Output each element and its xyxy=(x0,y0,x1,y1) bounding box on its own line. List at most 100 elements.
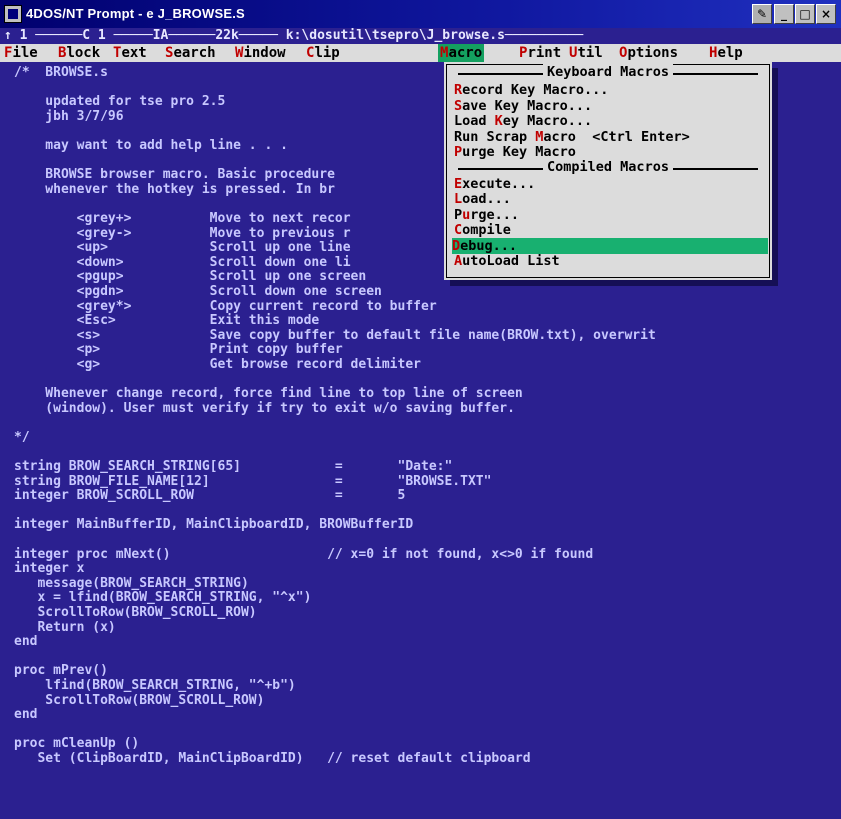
label-text: ave Key Macro... xyxy=(462,97,593,114)
hotkey-letter: R xyxy=(454,82,463,98)
hotkey-letter: C xyxy=(454,222,463,238)
minimize-button[interactable]: _ xyxy=(774,4,794,24)
label-text: indow xyxy=(243,45,286,61)
code-line: proc mCleanUp () xyxy=(14,736,140,752)
hotkey-letter: K xyxy=(494,113,503,129)
menu-file[interactable]: File xyxy=(2,44,40,62)
code-line: Return (x) xyxy=(14,619,116,635)
label-text: utoLoad List xyxy=(462,253,560,269)
label-text: acro <Ctrl Enter> xyxy=(543,128,690,145)
menu-text[interactable]: Text xyxy=(111,44,149,62)
code-line: end xyxy=(14,634,38,650)
label-text: rint xyxy=(527,45,562,61)
code-line: <s> Save copy buffer to default file nam… xyxy=(14,327,656,343)
code-line: message(BROW_SEARCH_STRING) xyxy=(14,575,249,591)
code-line: Set (ClipBoardID, MainClipBoardID) // re… xyxy=(14,750,531,766)
label-text: lock xyxy=(66,45,101,61)
code-line: <pgdn> Scroll down one screen xyxy=(14,283,382,299)
menu-item-run-scrap-macro-ctrl-enter[interactable]: Run Scrap Macro <Ctrl Enter> xyxy=(454,129,770,145)
label-text: ile xyxy=(12,45,38,61)
hotkey-letter: S xyxy=(454,97,463,114)
label-text: til xyxy=(577,45,603,61)
code-line: integer BROW_SCROLL_ROW = 5 xyxy=(14,488,406,504)
menu-item-debug[interactable]: Debug... xyxy=(452,237,768,254)
code-line: proc mPrev() xyxy=(14,663,108,679)
label-text: ebug... xyxy=(460,237,518,254)
system-menu-icon[interactable] xyxy=(4,5,22,23)
code-line: Whenever change record, force find line … xyxy=(14,386,523,402)
label-text: Load xyxy=(454,113,495,129)
code-line: */ xyxy=(14,429,30,445)
label-text: ext xyxy=(121,45,147,61)
menu-util[interactable]: Util xyxy=(567,44,605,62)
hotkey-letter: E xyxy=(454,175,463,192)
section-label: Keyboard Macros xyxy=(543,64,673,80)
menu-print[interactable]: Print xyxy=(517,44,563,62)
keyboard-macros-header: Keyboard Macros xyxy=(444,64,772,80)
code-line: lfind(BROW_SEARCH_STRING, "^+b") xyxy=(14,677,296,693)
code-line: string BROW_FILE_NAME[12] = "BROWSE.TXT" xyxy=(14,473,492,489)
label-text: xecute... xyxy=(462,175,536,192)
label-text: P xyxy=(454,206,463,223)
code-line: <g> Get browse record delimiter xyxy=(14,356,421,372)
menu-item-load[interactable]: Load... xyxy=(454,191,770,207)
menu-search[interactable]: Search xyxy=(163,44,218,62)
close-button[interactable]: × xyxy=(816,4,836,24)
menu-window[interactable]: Window xyxy=(233,44,288,62)
code-line: <grey*> Copy current record to buffer xyxy=(14,298,437,314)
label-text: ptions xyxy=(627,45,679,61)
hotkey-letter: L xyxy=(454,191,463,207)
menu-item-save-key-macro[interactable]: Save Key Macro... xyxy=(454,98,770,114)
label-text: earch xyxy=(173,45,216,61)
menu-help[interactable]: Help xyxy=(707,44,745,62)
code-line: string BROW_SEARCH_STRING[65] = "Date:" xyxy=(14,459,453,475)
code-line: x = lfind(BROW_SEARCH_STRING, "^x") xyxy=(14,590,312,606)
console-window: 4DOS/NT Prompt - e J_BROWSE.S ✎ _ □ × ↑ … xyxy=(0,0,841,819)
tools-icon[interactable]: ✎ xyxy=(752,4,772,24)
label-text: elp xyxy=(717,45,743,61)
menu-clip[interactable]: Clip xyxy=(304,44,342,62)
section-label: Compiled Macros xyxy=(543,158,673,175)
macro-menu-dropdown: Keyboard Macros Record Key Macro... Save K… xyxy=(444,62,772,280)
window-title: 4DOS/NT Prompt - e J_BROWSE.S xyxy=(26,6,245,21)
menu-item-compile[interactable]: Compile xyxy=(454,222,770,238)
menu-macro[interactable]: Macro xyxy=(438,44,485,62)
label-text: rge... xyxy=(470,206,520,223)
code-line: integer x xyxy=(14,561,85,577)
hotkey-letter: D xyxy=(452,237,461,254)
label-text: acro xyxy=(448,45,483,61)
code-line: integer MainBufferID, MainClipboardID, B… xyxy=(14,517,414,533)
menu-options[interactable]: Options xyxy=(617,44,680,62)
label-text: ey Macro... xyxy=(502,113,593,129)
menu-item-purge[interactable]: Purge... xyxy=(454,207,770,223)
label-text: ecord Key Macro... xyxy=(462,82,609,98)
label-text: ompile xyxy=(462,222,511,238)
menu-item-execute[interactable]: Execute... xyxy=(454,176,770,192)
editor-status-line: ↑ 1 ──────C 1 ─────IA──────22k───── k:\d… xyxy=(0,28,841,44)
menu-bar: File Block Text Search Window Clip Macro Print U… xyxy=(0,44,841,62)
label-text: oad... xyxy=(462,191,511,207)
code-line: <Esc> Exit this mode xyxy=(14,313,320,329)
title-bar[interactable]: 4DOS/NT Prompt - e J_BROWSE.S ✎ _ □ × xyxy=(0,0,841,28)
code-line: end xyxy=(14,707,38,723)
label-text: lip xyxy=(314,45,340,61)
menu-item-autoload-list[interactable]: AutoLoad List xyxy=(454,253,770,269)
code-line: (window). User must verify if try to exi… xyxy=(14,400,515,416)
menu-item-record-key-macro[interactable]: Record Key Macro... xyxy=(454,82,770,98)
menu-item-load-key-macro[interactable]: Load Key Macro... xyxy=(454,113,770,129)
maximize-button[interactable]: □ xyxy=(795,4,815,24)
code-line: <p> Print copy buffer xyxy=(14,342,343,358)
label-text: Run Scrap xyxy=(454,128,536,145)
hotkey-letter: A xyxy=(454,253,463,269)
code-line: ScrollToRow(BROW_SCROLL_ROW) xyxy=(14,692,265,708)
code-line: ScrollToRow(BROW_SCROLL_ROW) xyxy=(14,604,257,620)
compiled-macros-header: Compiled Macros xyxy=(444,158,772,175)
menu-block[interactable]: Block xyxy=(56,44,102,62)
